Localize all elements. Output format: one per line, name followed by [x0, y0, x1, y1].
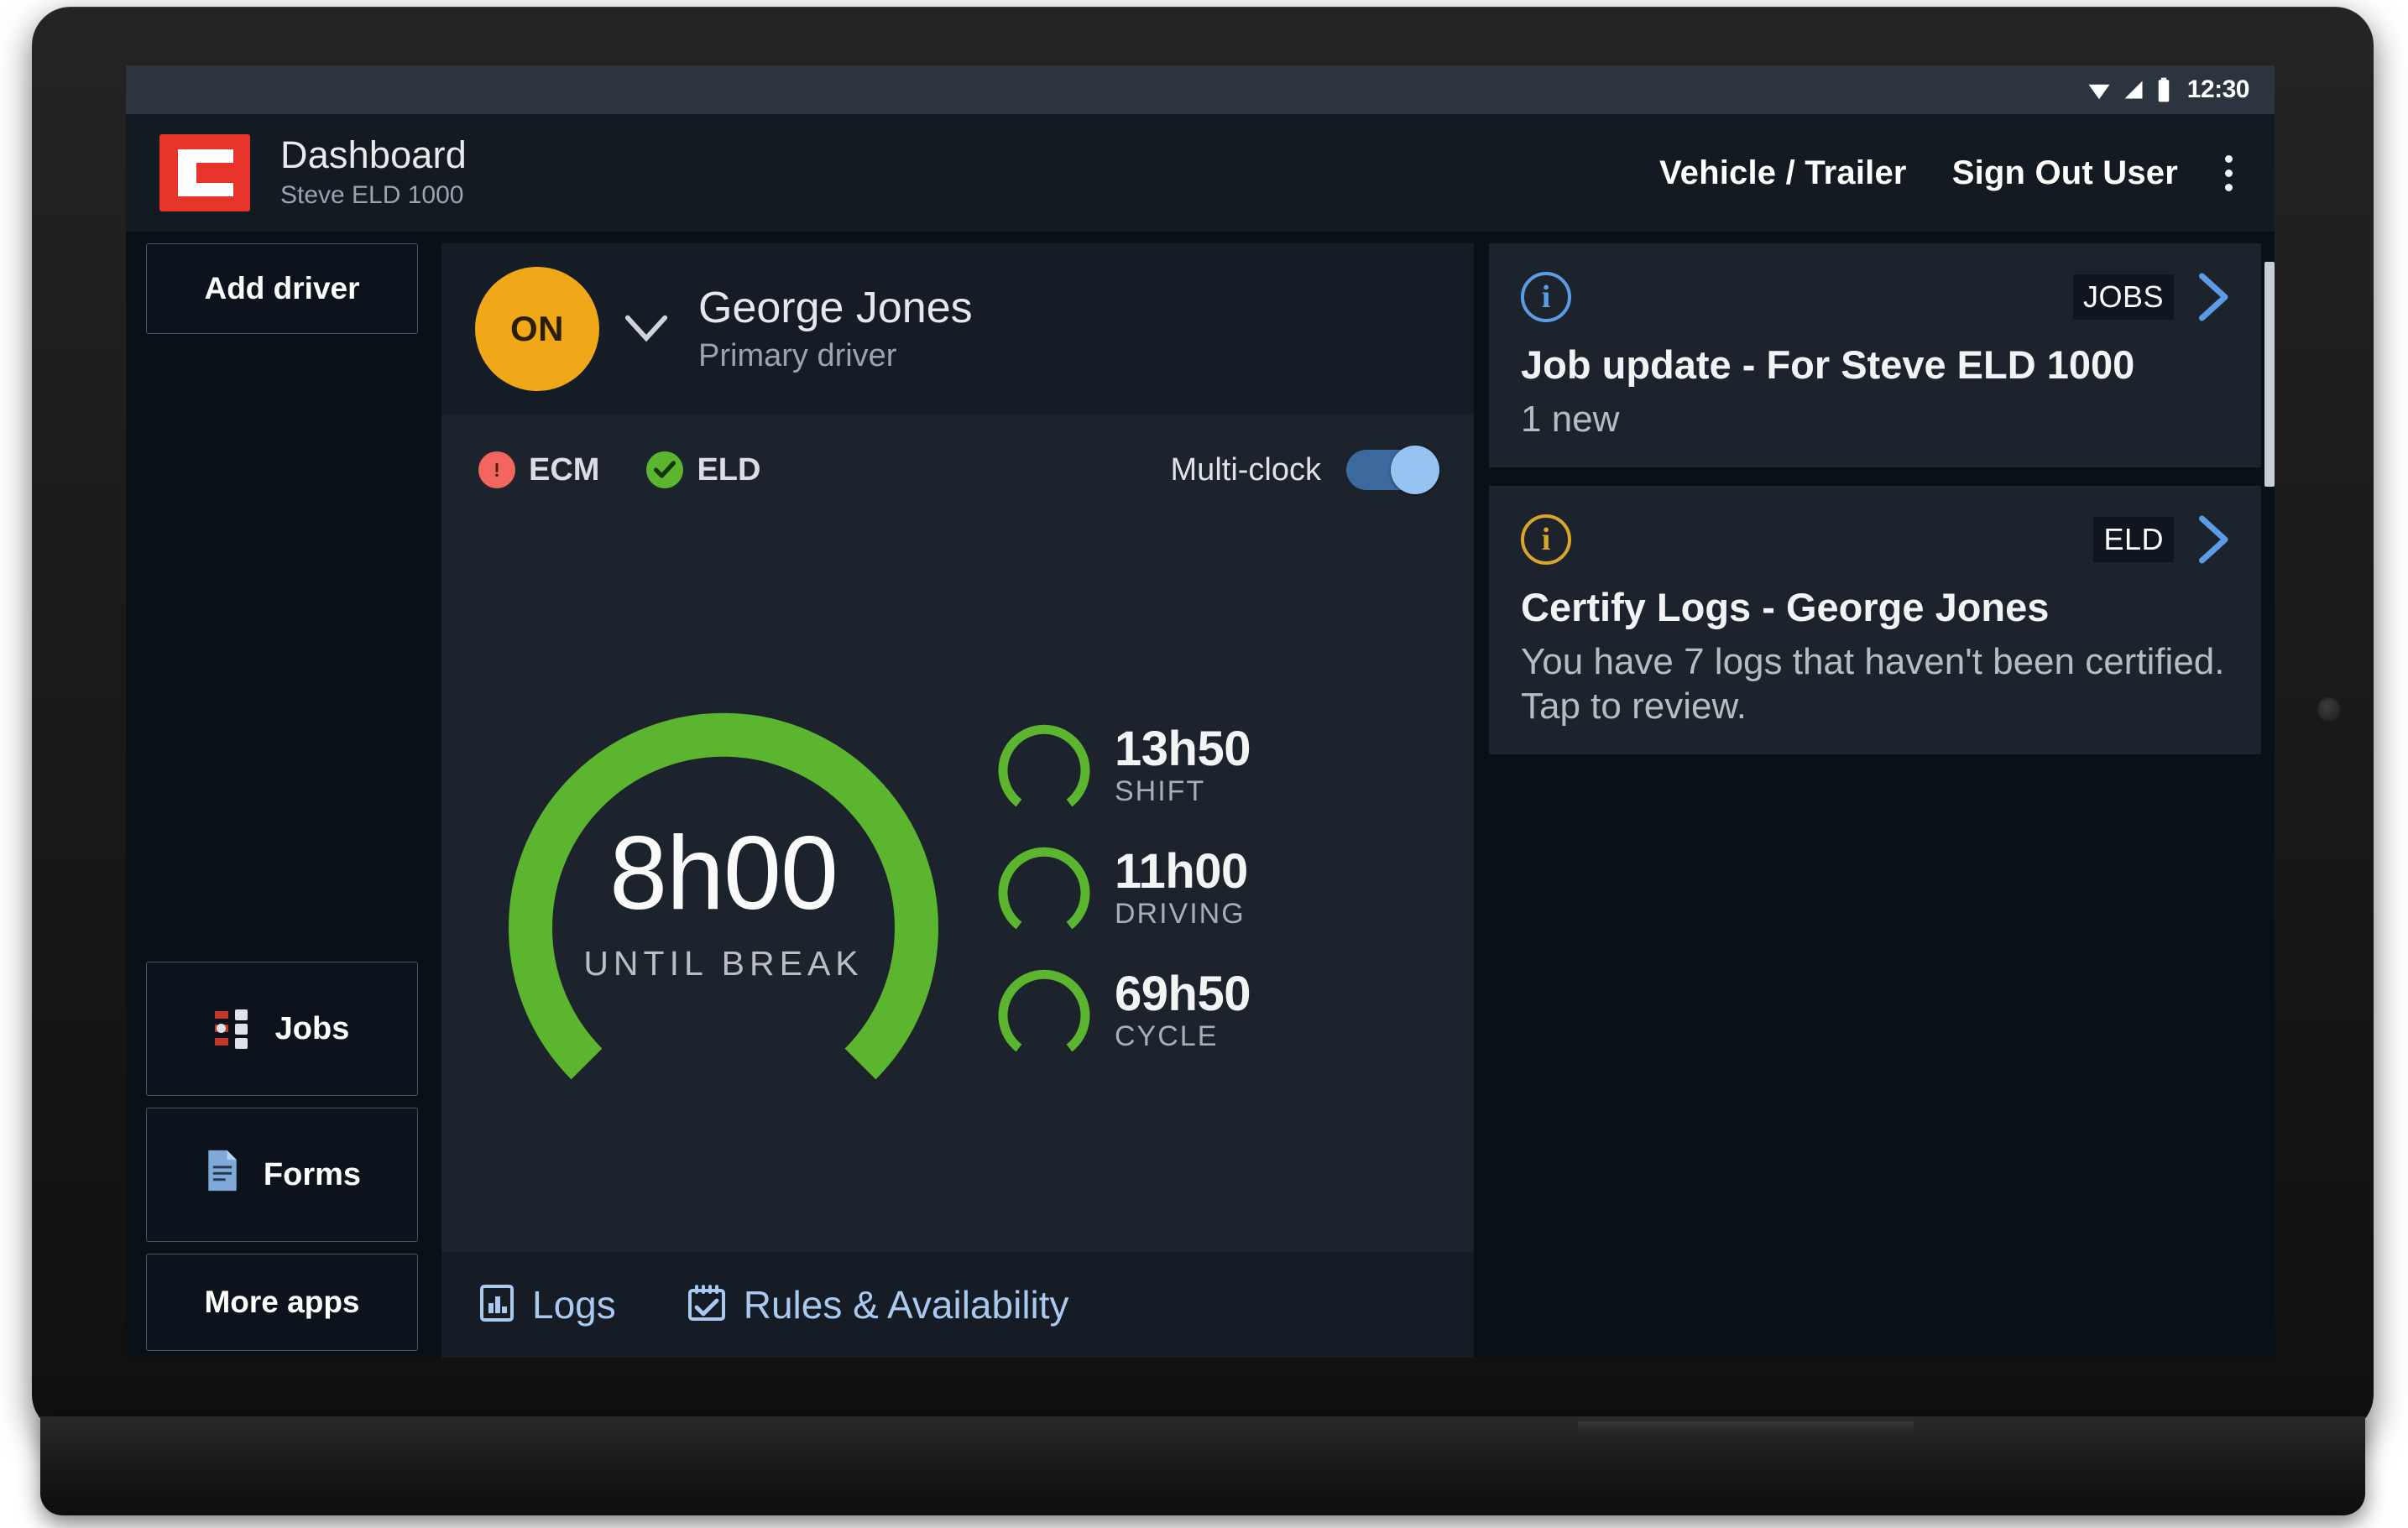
wifi-icon — [2087, 77, 2112, 102]
notification-title: Job update - For Steve ELD 1000 — [1521, 342, 2135, 387]
notification-card[interactable]: i ELD Certify Logs - George Jones You ha… — [1489, 485, 2261, 754]
add-driver-button[interactable]: Add driver — [146, 243, 418, 334]
driving-gauge-text: 11h00 DRIVING — [1115, 847, 1248, 931]
driver-clock-card: ON George Jones Primary driver ECM ELD M… — [441, 243, 1474, 1358]
driver-role: Primary driver — [698, 338, 897, 374]
driver-header: ON George Jones Primary driver — [441, 243, 1474, 415]
driver-meta: George Jones Primary driver — [698, 284, 973, 375]
document-icon — [203, 1149, 242, 1201]
shift-gauge-ring — [992, 716, 1096, 816]
logs-icon — [478, 1283, 515, 1327]
dashboard-body: Add driver Jobs Forms More apps ON Georg… — [126, 232, 2275, 1358]
gauge-area: 8h00 UNTIL BREAK 13h50 SHIFT 11h00 DRIVI… — [441, 525, 1474, 1252]
cellular-signal-icon — [2122, 78, 2145, 102]
notification-top-row: i JOBS — [1521, 265, 2229, 329]
app-bar: Dashboard Steve ELD 1000 Vehicle / Trail… — [126, 114, 2275, 232]
calendar-check-icon — [687, 1284, 727, 1327]
cycle-gauge-text: 69h50 CYCLE — [1115, 969, 1251, 1053]
mini-gauges: 13h50 SHIFT 11h00 DRIVING 69h50 CYCLE — [984, 716, 1452, 1061]
app-bar-titles: Dashboard Steve ELD 1000 — [280, 133, 467, 211]
status-badge: JOBS — [2072, 274, 2174, 320]
cycle-value: 69h50 — [1115, 966, 1251, 1021]
indicator-label: ECM — [529, 451, 600, 488]
multi-clock-label: Multi-clock — [1170, 451, 1321, 488]
driving-gauge-row: 11h00 DRIVING — [992, 838, 1452, 939]
sidebar-item-label: Forms — [263, 1156, 362, 1192]
notification-card[interactable]: i JOBS Job update - For Steve ELD 1000 1… — [1489, 243, 2261, 467]
tablet-base-notch — [1578, 1421, 1914, 1435]
chevron-right-icon[interactable] — [2196, 514, 2229, 565]
shift-gauge-row: 13h50 SHIFT — [992, 716, 1452, 816]
notification-body: 1 new — [1521, 398, 1620, 440]
android-status-bar: 12:30 — [126, 65, 2275, 114]
driver-name: George Jones — [698, 283, 973, 332]
eld-logo-icon — [159, 134, 250, 211]
until-break-gauge: 8h00 UNTIL BREAK — [463, 654, 984, 1124]
info-circle-icon: i — [1521, 272, 1571, 322]
duty-status-badge[interactable]: ON — [475, 267, 599, 391]
cycle-label: CYCLE — [1115, 1020, 1219, 1053]
status-bar-clock: 12:30 — [2186, 76, 2250, 103]
check-circle-icon — [646, 451, 684, 488]
notification-body: You have 7 logs that haven't been certif… — [1521, 640, 2225, 727]
battery-icon — [2155, 77, 2172, 102]
device-side-button[interactable] — [2317, 696, 2342, 723]
rules-availability-link[interactable]: Rules & Availability — [687, 1282, 1069, 1327]
card-footer: Logs Rules & Availability — [441, 1252, 1474, 1358]
logs-link[interactable]: Logs — [478, 1282, 616, 1327]
indicator-label: ELD — [697, 451, 761, 488]
shift-gauge-text: 13h50 SHIFT — [1115, 724, 1251, 808]
driving-value: 11h00 — [1115, 843, 1248, 899]
page-title: Dashboard — [280, 133, 467, 176]
vehicle-trailer-button[interactable]: Vehicle / Trailer — [1659, 154, 1907, 192]
cycle-gauge-ring — [992, 961, 1096, 1061]
chevron-down-icon[interactable] — [623, 312, 670, 346]
driving-gauge-ring — [992, 838, 1096, 939]
shift-label: SHIFT — [1115, 775, 1206, 808]
jobs-list-icon — [214, 1009, 253, 1049]
sidebar-item-forms[interactable]: Forms — [146, 1108, 418, 1242]
chevron-right-icon[interactable] — [2196, 272, 2229, 322]
tablet-screen: 12:30 Dashboard Steve ELD 1000 Vehicle /… — [126, 65, 2275, 1358]
sidebar-item-label: Jobs — [274, 1010, 350, 1046]
indicator-row: ECM ELD Multi-clock — [441, 415, 1474, 525]
status-badge: ELD — [2093, 516, 2174, 562]
sidebar-item-jobs[interactable]: Jobs — [146, 962, 418, 1096]
ecm-indicator[interactable]: ECM — [478, 451, 599, 488]
shift-value: 13h50 — [1115, 721, 1251, 776]
more-apps-button[interactable]: More apps — [146, 1254, 418, 1351]
notification-title: Certify Logs - George Jones — [1521, 584, 2050, 629]
alert-circle-icon — [478, 451, 515, 488]
notifications-panel: i JOBS Job update - For Steve ELD 1000 1… — [1489, 243, 2275, 1358]
logs-link-label: Logs — [532, 1283, 616, 1327]
overflow-menu-icon[interactable] — [2225, 154, 2233, 191]
multi-clock-toggle[interactable] — [1346, 446, 1439, 494]
driving-label: DRIVING — [1115, 898, 1246, 931]
notification-top-row: i ELD — [1521, 508, 2229, 571]
cycle-gauge-row: 69h50 CYCLE — [992, 961, 1452, 1061]
info-circle-icon: i — [1521, 514, 1571, 565]
tablet-base — [40, 1416, 2365, 1515]
eld-indicator[interactable]: ELD — [646, 451, 760, 488]
rules-availability-link-label: Rules & Availability — [743, 1283, 1069, 1327]
page-subtitle: Steve ELD 1000 — [280, 181, 464, 210]
sign-out-user-button[interactable]: Sign Out User — [1952, 154, 2178, 192]
sidebar: Add driver Jobs Forms More apps — [126, 243, 436, 1358]
notifications-scrollbar[interactable] — [2264, 262, 2275, 487]
